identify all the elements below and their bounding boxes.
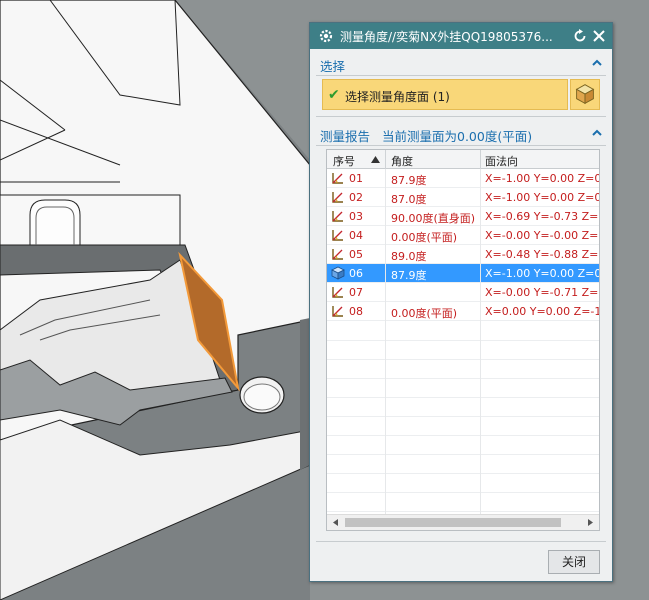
angle-face-icon [332,249,343,260]
chevron-up-icon[interactable] [590,126,604,140]
measure-report-table[interactable]: 序号 角度 面法向 01 87.9度 X=-1.00 Y=0.00 Z=0. 02 87… [326,149,600,531]
checkmark-icon: ✔ [328,87,340,103]
divider [316,116,606,117]
angle-face-icon [332,287,343,298]
select-angle-face-item[interactable]: ✔ 选择测量角度面 (1) [322,79,568,110]
empty-row-line [327,492,599,493]
divider [316,145,606,146]
table-row[interactable]: 02 87.0度 X=-1.00 Y=0.00 Z=0. [327,188,599,207]
table-row[interactable]: 03 90.00度(直身面) X=-0.69 Y=-0.73 Z=0 [327,207,599,226]
dialog-title: 测量角度//奕菊NX外挂QQ19805376... [340,30,553,44]
scroll-right-icon[interactable] [586,518,595,527]
measure-angle-dialog: 测量角度//奕菊NX外挂QQ19805376... 选择 ✔ 选择测量角度面 (… [309,22,613,582]
empty-row-line [327,511,599,512]
column-header-normal[interactable]: 面法向 [485,153,518,169]
table-row[interactable]: 06 87.9度 X=-1.00 Y=0.00 Z=0. [327,264,599,283]
empty-row-line [327,454,599,455]
select-section-title: 选择 [320,59,346,74]
row-number: 07 [349,286,363,299]
row-angle: 90.00度(直身面) [391,212,476,225]
divider [316,75,606,76]
row-number: 02 [349,191,363,204]
row-number: 08 [349,305,363,318]
close-button[interactable]: 关闭 [548,550,600,574]
row-angle: 87.9度 [391,269,427,282]
empty-row-line [327,378,599,379]
chevron-up-icon[interactable] [590,56,604,70]
row-angle: 0.00度(平面) [391,231,458,244]
angle-face-icon [332,173,343,184]
gear-icon [319,29,333,43]
empty-row-line [327,416,599,417]
row-number: 04 [349,229,363,242]
row-number: 03 [349,210,363,223]
row-normal: X=-1.00 Y=0.00 Z=0. [485,267,599,280]
row-number: 05 [349,248,363,261]
solid-cube-icon [331,266,345,280]
column-header-angle[interactable]: 角度 [391,153,413,169]
current-face-info: 当前测量面为0.00度(平面) [382,129,533,144]
report-section-header[interactable]: 测量报告 当前测量面为0.00度(平面) [314,121,608,145]
dialog-title-bar[interactable]: 测量角度//奕菊NX外挂QQ19805376... [310,23,612,49]
angle-face-icon [332,230,343,241]
angle-face-icon [332,192,343,203]
row-normal: X=-1.00 Y=0.00 Z=0. [485,172,599,185]
row-normal: X=-1.00 Y=0.00 Z=0. [485,191,599,204]
reset-icon[interactable] [572,28,588,44]
row-normal: X=0.00 Y=0.00 Z=-1. [485,305,599,318]
angle-face-icon [332,211,343,222]
select-angle-face-label: 选择测量角度面 (1) [345,90,450,104]
row-angle: 0.00度(平面) [391,307,458,320]
table-row[interactable]: 07 X=-0.00 Y=-0.71 Z=0 [327,283,599,302]
close-icon[interactable] [591,28,607,44]
column-header-number[interactable]: 序号 [333,153,355,169]
table-row[interactable]: 05 89.0度 X=-0.48 Y=-0.88 Z=0 [327,245,599,264]
report-section-title: 测量报告 [320,129,371,144]
face-selector-button[interactable] [570,79,600,110]
empty-row-line [327,397,599,398]
angle-face-icon [332,306,343,317]
row-angle: 89.0度 [391,250,427,263]
select-section-header[interactable]: 选择 [314,51,608,75]
table-row[interactable]: 01 87.9度 X=-1.00 Y=0.00 Z=0. [327,169,599,188]
scrollbar-thumb[interactable] [345,518,561,527]
empty-row-line [327,473,599,474]
row-normal: X=-0.00 Y=-0.71 Z=0 [485,286,599,299]
empty-row-line [327,340,599,341]
empty-row-line [327,435,599,436]
row-normal: X=-0.00 Y=-0.00 Z=1 [485,229,599,242]
row-angle: 87.0度 [391,193,427,206]
scroll-left-icon[interactable] [331,518,340,527]
table-row[interactable]: 04 0.00度(平面) X=-0.00 Y=-0.00 Z=1 [327,226,599,245]
empty-row-line [327,359,599,360]
divider [316,541,606,542]
row-number: 06 [349,267,363,280]
row-normal: X=-0.69 Y=-0.73 Z=0 [485,210,599,223]
row-angle: 87.9度 [391,174,427,187]
table-row[interactable]: 08 0.00度(平面) X=0.00 Y=0.00 Z=-1. [327,302,599,321]
horizontal-scrollbar[interactable] [327,514,599,530]
cube-icon [575,84,595,105]
row-number: 01 [349,172,363,185]
row-normal: X=-0.48 Y=-0.88 Z=0 [485,248,599,261]
table-header: 序号 角度 面法向 [327,150,599,169]
sort-ascending-icon[interactable] [371,156,380,163]
